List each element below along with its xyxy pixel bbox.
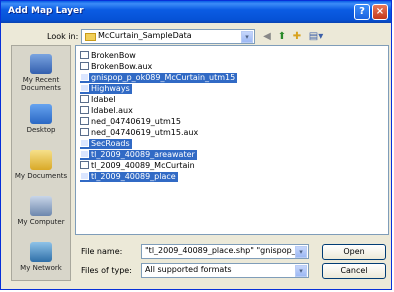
look-in-dropdown[interactable]: McCurtain_SampleData ▾ [81,29,255,44]
folder-icon [85,33,96,41]
cancel-button[interactable]: Cancel [322,263,386,279]
file-item-selected[interactable]: tl_2009_40089_areawater [80,150,197,160]
shapefile-icon [80,150,89,158]
place-label: My Computer [17,218,65,226]
title-bar[interactable]: Add Map Layer ? × [1,1,391,23]
shapefile-icon [80,51,89,59]
place-my-recent-documents[interactable]: My Recent Documents [12,54,70,92]
chevron-down-icon[interactable]: ▾ [241,31,253,43]
file-icon [80,62,89,70]
add-map-layer-dialog: Add Map Layer ? × Look in: McCurtain_Sam… [0,0,392,290]
file-item[interactable]: ned_04740619_utm15.aux [80,128,200,138]
raster-icon [80,117,89,125]
place-desktop[interactable]: Desktop [12,104,70,134]
help-button[interactable]: ? [354,4,370,20]
chevron-down-icon[interactable]: ▾ [295,246,307,258]
file-item-selected[interactable]: gnispop_p_ok089_McCurtain_utm15 [80,73,238,83]
my-computer-icon [30,196,52,216]
files-of-type-label: Files of type: [81,266,132,275]
place-label: My Documents [14,172,68,180]
file-name-value: "tl_2009_40089_place.shp" "gnispop_p_ok0… [145,246,295,255]
file-icon [80,106,89,114]
file-list[interactable]: BrokenBow BrokenBow.aux gnispop_p_ok089_… [75,45,389,235]
files-of-type-dropdown[interactable]: All supported formats ▾ [141,263,309,278]
places-bar: My Recent Documents Desktop My Documents… [11,45,71,281]
desktop-icon [30,104,52,124]
file-item[interactable]: Idabel.aux [80,106,135,116]
raster-icon [80,95,89,103]
file-item[interactable]: BrokenBow.aux [80,62,154,72]
recent-documents-icon [30,54,52,74]
place-label: Desktop [26,126,56,134]
place-label: My Recent Documents [21,76,61,92]
shapefile-icon [80,139,89,147]
close-button[interactable]: × [372,4,388,20]
file-icon [80,128,89,136]
views-menu-icon[interactable]: ▤▾ [307,30,325,44]
up-folder-icon[interactable]: ⬆ [276,30,288,44]
shapefile-icon [80,172,89,180]
place-my-documents[interactable]: My Documents [12,150,70,180]
back-icon[interactable]: ◀ [261,30,273,44]
look-in-value: McCurtain_SampleData [98,31,192,40]
new-folder-icon[interactable]: ✚ [291,30,303,44]
look-in-label: Look in: [47,32,79,41]
place-my-computer[interactable]: My Computer [12,196,70,226]
file-item[interactable]: BrokenBow [80,51,138,61]
shapefile-icon [80,84,89,92]
file-name-input[interactable]: "tl_2009_40089_place.shp" "gnispop_p_ok0… [141,244,309,259]
file-name-label: File name: [81,247,123,256]
file-item-selected[interactable]: tl_2009_40089_place [80,172,178,182]
place-my-network[interactable]: My Network [12,242,70,272]
file-item-selected[interactable]: SecRoads [80,139,132,149]
file-item[interactable]: tl_2009_40089_McCurtain [80,161,197,171]
file-item[interactable]: Idabel [80,95,118,105]
shapefile-icon [80,161,89,169]
files-of-type-value: All supported formats [145,265,232,274]
place-label: My Network [20,264,62,272]
window-title: Add Map Layer [8,6,84,16]
open-button[interactable]: Open [322,244,386,260]
file-item[interactable]: ned_04740619_utm15 [80,117,183,127]
file-item-selected[interactable]: Highways [80,84,132,94]
my-documents-icon [30,150,52,170]
network-icon [30,242,52,262]
shapefile-icon [80,73,89,81]
chevron-down-icon[interactable]: ▾ [295,265,307,277]
